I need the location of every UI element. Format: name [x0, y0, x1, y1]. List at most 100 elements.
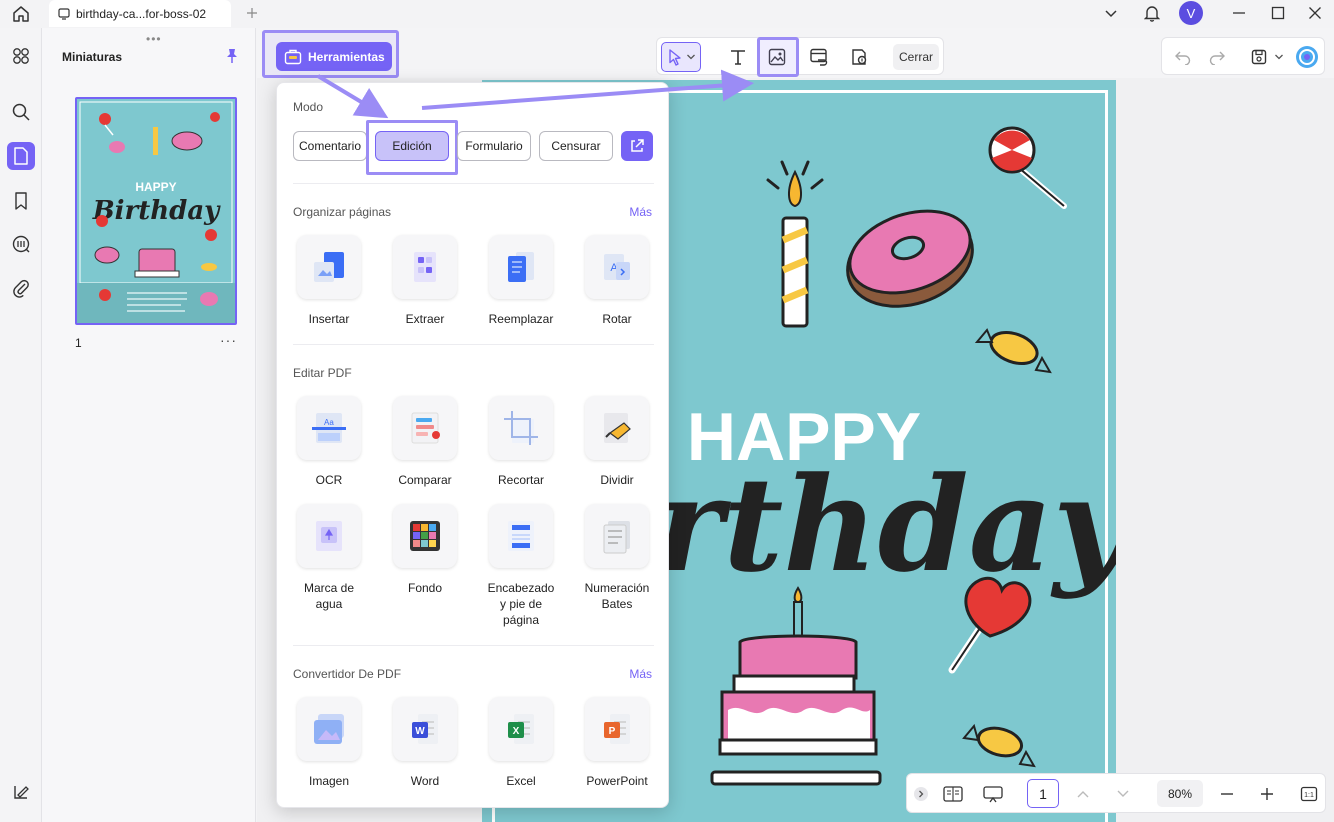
thumbnails-panel: ••• Miniaturas HAPPY Birthday 1 ··· [42, 28, 256, 822]
document-tab[interactable]: birthday-ca...for-boss-02 [49, 0, 231, 27]
redo-icon[interactable] [1202, 42, 1232, 72]
bell-icon[interactable] [1137, 0, 1167, 26]
divider [293, 183, 654, 184]
chevron-down-icon[interactable] [1096, 0, 1126, 26]
ai-assistant-icon[interactable] [1292, 42, 1322, 72]
pin-icon[interactable] [225, 48, 239, 64]
tool-split-label: Dividir [600, 473, 634, 487]
tool-watermark[interactable]: Marca de agua [284, 504, 374, 612]
layers-icon[interactable] [7, 778, 35, 806]
tool-bates-label: Numeración Bates [584, 581, 650, 611]
bookmark-icon[interactable] [7, 187, 35, 215]
tool-to-image-label: Imagen [308, 774, 350, 788]
thumbnail-artwork: HAPPY Birthday [79, 101, 233, 283]
tool-header-footer[interactable]: Encabezado y pie de página [476, 504, 566, 628]
organize-section-title: Organizar páginas [293, 205, 392, 219]
tool-rotate[interactable]: A Rotar [572, 235, 662, 327]
tool-replace-label: Reemplazar [488, 312, 554, 326]
more-options-icon[interactable]: ··· [220, 332, 237, 348]
attachment-icon[interactable] [7, 274, 35, 302]
apps-icon[interactable] [7, 42, 35, 70]
toolbox-icon [284, 49, 302, 65]
tool-background[interactable]: Fondo [380, 504, 470, 596]
mode-redact-button[interactable]: Censurar [539, 131, 613, 161]
image-file-icon [297, 697, 361, 761]
zoom-out-icon[interactable] [1215, 782, 1239, 806]
thumbnail-page-number: 1 [75, 336, 82, 350]
tool-to-excel[interactable]: X Excel [476, 697, 566, 789]
mode-form-button[interactable]: Formulario [457, 131, 531, 161]
actual-size-icon[interactable]: 1:1 [1297, 782, 1321, 806]
tool-ocr[interactable]: Aa OCR [284, 396, 374, 488]
tools-button[interactable]: Herramientas [276, 42, 392, 71]
tool-ocr-label: OCR [315, 473, 343, 487]
select-tool-button[interactable] [661, 42, 701, 72]
page-number-input[interactable]: 1 [1027, 779, 1059, 808]
title-bar: birthday-ca...for-boss-02 V [0, 0, 1334, 28]
avatar[interactable]: V [1179, 1, 1203, 25]
comment-list-icon[interactable] [7, 230, 35, 258]
chevron-down-icon[interactable] [1270, 42, 1288, 72]
crop-icon [489, 396, 553, 460]
previous-page-icon[interactable] [1071, 782, 1095, 806]
header-footer-icon [489, 504, 553, 568]
tool-compare[interactable]: Comparar [380, 396, 470, 488]
close-window-icon[interactable] [1300, 0, 1330, 26]
link-tool-icon[interactable] [804, 42, 834, 72]
page-thumbnail[interactable]: HAPPY Birthday [75, 97, 237, 325]
zoom-level[interactable]: 80% [1157, 780, 1203, 807]
tool-to-excel-label: Excel [506, 774, 536, 788]
tool-split[interactable]: Dividir [572, 396, 662, 488]
svg-text:W: W [415, 726, 425, 737]
divider [293, 645, 654, 646]
svg-text:Aa: Aa [324, 418, 334, 427]
compare-icon [393, 396, 457, 460]
tool-rotate-label: Rotar [602, 312, 632, 326]
tool-to-word[interactable]: W Word [380, 697, 470, 789]
presentation-icon[interactable] [981, 782, 1005, 806]
edit-section-title: Editar PDF [293, 366, 352, 380]
search-icon[interactable] [7, 98, 35, 126]
svg-text:HAPPY: HAPPY [135, 180, 176, 194]
page-navigation-bar: 1 80% 1:1 [906, 773, 1326, 813]
next-page-icon[interactable] [1111, 782, 1135, 806]
split-icon [585, 396, 649, 460]
home-icon[interactable] [9, 3, 33, 25]
add-tab-icon[interactable] [242, 3, 262, 23]
tool-to-word-label: Word [410, 774, 440, 788]
undo-icon[interactable] [1168, 42, 1198, 72]
thumbnails-title: Miniaturas [62, 50, 123, 64]
tool-extract[interactable]: Extraer [380, 235, 470, 327]
tool-to-image[interactable]: Imagen [284, 697, 374, 789]
word-file-icon: W [393, 697, 457, 761]
divider [293, 344, 654, 345]
tool-crop[interactable]: Recortar [476, 396, 566, 488]
panel-grip-icon[interactable]: ••• [146, 32, 162, 46]
chevron-down-icon [687, 54, 695, 60]
extract-pages-icon [393, 235, 457, 299]
ocr-icon: Aa [297, 396, 361, 460]
watermark-tool-icon[interactable] [844, 42, 874, 72]
replace-pages-icon [489, 235, 553, 299]
tool-insert[interactable]: Insertar [284, 235, 374, 327]
text-tool-icon[interactable] [723, 42, 753, 72]
tool-compare-label: Comparar [398, 473, 452, 487]
rotate-pages-icon: A [585, 235, 649, 299]
convert-more-link[interactable]: Más [629, 667, 652, 681]
close-edit-button[interactable]: Cerrar [893, 44, 939, 70]
watermark-icon [297, 504, 361, 568]
tool-to-powerpoint[interactable]: P PowerPoint [572, 697, 662, 789]
tool-bates[interactable]: Numeración Bates [572, 504, 662, 612]
reading-mode-icon[interactable] [941, 782, 965, 806]
zoom-in-icon[interactable] [1255, 782, 1279, 806]
organize-more-link[interactable]: Más [629, 205, 652, 219]
tool-insert-label: Insertar [308, 312, 350, 326]
pages-icon[interactable] [7, 142, 35, 170]
mode-comment-button[interactable]: Comentario [293, 131, 367, 161]
open-external-icon[interactable] [621, 131, 653, 161]
thumbnail-footer [77, 283, 235, 323]
tool-replace[interactable]: Reemplazar [476, 235, 566, 327]
maximize-icon[interactable] [1263, 0, 1293, 26]
collapse-arrow-icon[interactable] [911, 782, 931, 806]
minimize-icon[interactable] [1224, 0, 1254, 26]
